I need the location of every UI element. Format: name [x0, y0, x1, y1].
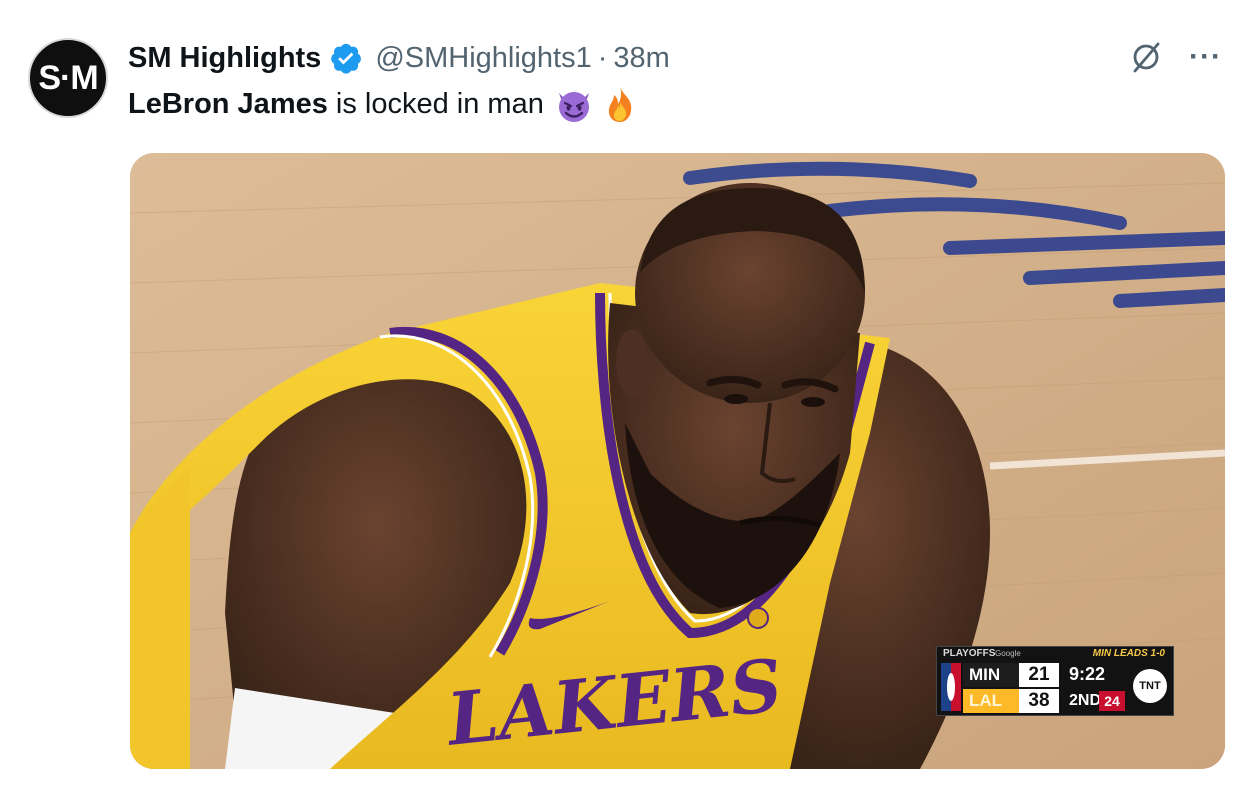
scorebug-sponsor: Google — [995, 649, 1021, 658]
smiling-devil-emoji-icon — [558, 92, 589, 122]
separator-dot: · — [597, 41, 608, 74]
game-clock: 9:22 — [1069, 664, 1106, 684]
fire-emoji-icon — [608, 87, 632, 122]
scorebug-series-status: MIN LEADS 1-0 — [1092, 648, 1165, 659]
home-score: 38 — [1019, 689, 1059, 713]
game-scorebug: PLAYOFFS Google MIN LEADS 1-0 MIN 21 LAL… — [936, 646, 1174, 716]
away-team: MIN — [969, 665, 1001, 684]
tweet-card[interactable]: S·M SM Highlights @SMHighlights1 · 38m ·… — [0, 0, 1246, 791]
tweet-text: LeBron James is locked in man — [128, 84, 640, 124]
scorebug-row-away: MIN 21 — [963, 663, 1059, 687]
author-display-name[interactable]: SM Highlights — [128, 42, 321, 75]
nba-logo-icon — [941, 663, 961, 711]
scorebug-round: PLAYOFFS — [943, 648, 996, 659]
scorebug-row-home: LAL 38 — [963, 689, 1059, 713]
more-options-icon[interactable]: ··· — [1189, 42, 1222, 72]
author-handle[interactable]: @SMHighlights1 — [375, 42, 591, 75]
tweet-media-image[interactable]: LAKERS PLAYOFFS Google MIN LEADS 1-0 MIN… — [130, 153, 1225, 769]
author-avatar[interactable]: S·M — [28, 38, 108, 118]
tnt-logo-icon: TNT — [1133, 669, 1167, 703]
tweet-header-actions: ··· — [1129, 40, 1222, 74]
tweet-text-body: is locked in man — [327, 87, 544, 120]
scorebug-top-strip: PLAYOFFS Google MIN LEADS 1-0 — [937, 647, 1175, 661]
home-team: LAL — [969, 691, 1003, 710]
tweet-text-name: LeBron James — [128, 87, 328, 120]
tweet-header: SM Highlights @SMHighlights1 · 38m — [128, 38, 670, 78]
away-score: 21 — [1019, 663, 1059, 687]
game-quarter: 2ND — [1069, 692, 1102, 709]
verified-badge-icon — [331, 43, 362, 74]
avatar-logo-text: S·M — [38, 58, 98, 97]
shot-clock: 24 — [1099, 691, 1125, 711]
tweet-timestamp[interactable]: 38m — [613, 42, 669, 75]
grok-icon[interactable] — [1129, 40, 1163, 74]
